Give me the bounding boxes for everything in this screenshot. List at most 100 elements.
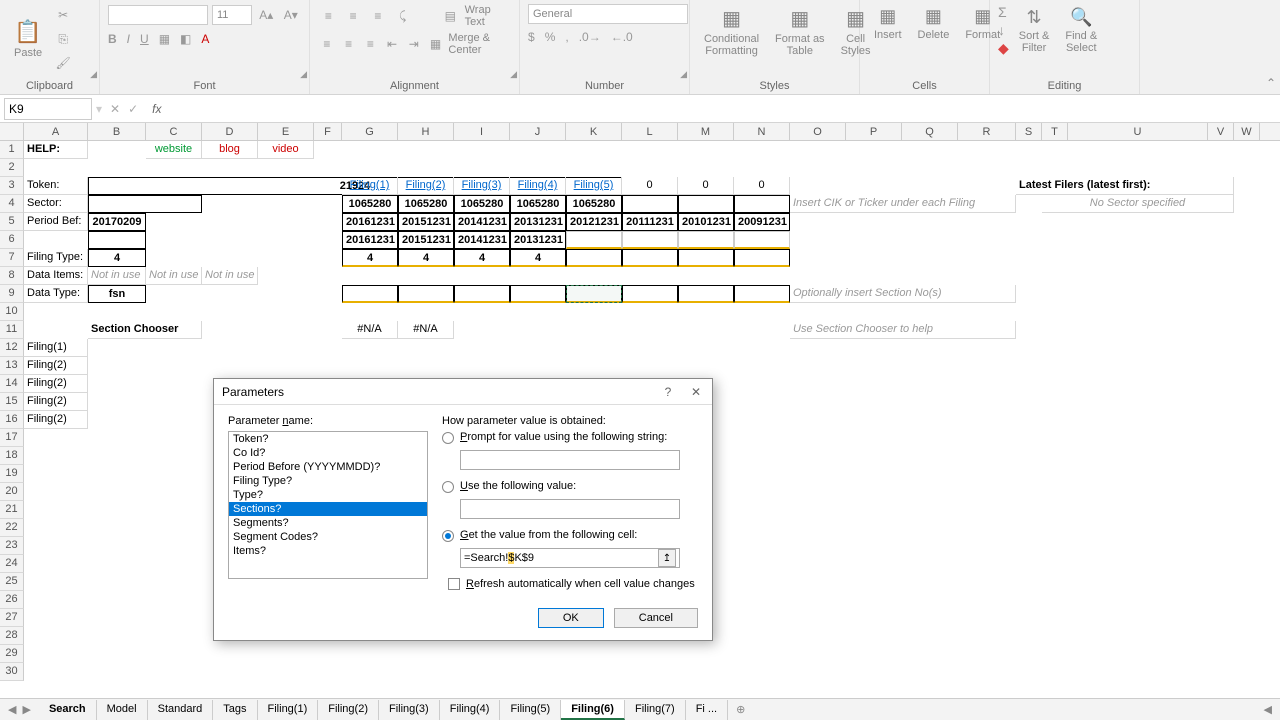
- cell[interactable]: [566, 249, 622, 267]
- cell[interactable]: 1065280: [398, 195, 454, 213]
- sheet-tab[interactable]: Tags: [213, 700, 257, 720]
- row-header[interactable]: 21: [0, 501, 24, 519]
- row-header[interactable]: 14: [0, 375, 24, 393]
- bold-button[interactable]: B: [108, 32, 117, 46]
- column-header[interactable]: L: [622, 123, 678, 140]
- cell[interactable]: Insert CIK or Ticker under each Filing: [790, 195, 1016, 213]
- cell[interactable]: Filing(4): [510, 177, 566, 195]
- copy-icon[interactable]: ⎘: [52, 28, 74, 50]
- prompt-string-input[interactable]: [460, 450, 680, 470]
- cell[interactable]: No Sector specified: [1042, 195, 1234, 213]
- radio-cell[interactable]: Get the value from the following cell:: [442, 529, 698, 542]
- cell[interactable]: 1065280: [454, 195, 510, 213]
- list-item[interactable]: Type?: [229, 488, 427, 502]
- cell[interactable]: [678, 249, 734, 267]
- list-item[interactable]: Token?: [229, 432, 427, 446]
- cell[interactable]: Filing(2): [24, 393, 88, 411]
- dialog-launcher-icon[interactable]: ◢: [510, 69, 517, 80]
- column-header[interactable]: H: [398, 123, 454, 140]
- column-header[interactable]: F: [314, 123, 342, 140]
- row-header[interactable]: 28: [0, 627, 24, 645]
- cell[interactable]: [678, 285, 734, 303]
- ok-button[interactable]: OK: [538, 608, 604, 628]
- sort-filter-button[interactable]: ⇅ Sort & Filter: [1013, 5, 1056, 56]
- refresh-checkbox-row[interactable]: Refresh automatically when cell value ch…: [448, 578, 698, 590]
- cell[interactable]: 20161231: [342, 213, 398, 231]
- row-header[interactable]: 11: [0, 321, 24, 339]
- number-format-input[interactable]: [528, 4, 688, 24]
- cell[interactable]: #N/A: [398, 321, 454, 339]
- row-header[interactable]: 20: [0, 483, 24, 501]
- cell[interactable]: Filing Type:: [24, 249, 88, 267]
- cell[interactable]: Not in use: [202, 267, 258, 285]
- row-header[interactable]: 30: [0, 663, 24, 681]
- list-item[interactable]: Items?: [229, 544, 427, 558]
- column-header[interactable]: R: [958, 123, 1016, 140]
- cell[interactable]: 0: [734, 177, 790, 195]
- row-header[interactable]: 12: [0, 339, 24, 357]
- sheet-tab[interactable]: Fi ...: [686, 700, 728, 720]
- cell[interactable]: Section Chooser: [88, 321, 202, 339]
- wrap-text-icon[interactable]: ▤: [440, 5, 461, 27]
- column-header[interactable]: S: [1016, 123, 1042, 140]
- align-mid-icon[interactable]: ≡: [343, 5, 364, 27]
- sheet-tab[interactable]: Standard: [148, 700, 214, 720]
- cell[interactable]: [342, 285, 398, 303]
- cell[interactable]: 20151231: [398, 231, 454, 249]
- cell[interactable]: Use Section Chooser to help: [790, 321, 1016, 339]
- font-color-button[interactable]: A: [201, 32, 209, 46]
- cell[interactable]: Filing(2): [24, 357, 88, 375]
- row-header[interactable]: 19: [0, 465, 24, 483]
- cond-format-button[interactable]: ▦ Conditional Formatting: [698, 4, 765, 59]
- cell[interactable]: 20161231: [342, 231, 398, 249]
- collapse-ribbon-icon[interactable]: ⌃: [1266, 76, 1276, 90]
- column-header[interactable]: G: [342, 123, 398, 140]
- row-header[interactable]: 2: [0, 159, 24, 177]
- cell[interactable]: 4: [510, 249, 566, 267]
- cell[interactable]: 20091231: [734, 213, 790, 231]
- format-as-table-button[interactable]: ▦ Format as Table: [769, 4, 831, 59]
- column-header[interactable]: I: [454, 123, 510, 140]
- format-painter-icon[interactable]: 🖌: [52, 52, 74, 74]
- cell[interactable]: [622, 249, 678, 267]
- list-item[interactable]: Period Before (YYYYMMDD)?: [229, 460, 427, 474]
- column-header[interactable]: K: [566, 123, 622, 140]
- underline-button[interactable]: U: [140, 32, 149, 46]
- cell[interactable]: [622, 195, 678, 213]
- cell[interactable]: [678, 231, 734, 249]
- range-picker-icon[interactable]: ↥: [658, 549, 676, 567]
- fx-icon[interactable]: fx: [146, 102, 167, 116]
- cell[interactable]: [398, 285, 454, 303]
- next-sheet-icon[interactable]: ▶: [22, 703, 30, 716]
- column-header[interactable]: V: [1208, 123, 1234, 140]
- sheet-tab[interactable]: Filing(4): [440, 700, 501, 720]
- sheet-tab[interactable]: Filing(1): [258, 700, 319, 720]
- cell[interactable]: Latest Filers (latest first):: [1016, 177, 1234, 195]
- indent-dec-icon[interactable]: ⇤: [383, 33, 401, 55]
- row-header[interactable]: 26: [0, 591, 24, 609]
- column-header[interactable]: J: [510, 123, 566, 140]
- currency-icon[interactable]: $: [528, 30, 535, 44]
- confirm-entry-icon[interactable]: ✓: [128, 102, 138, 116]
- cell[interactable]: 20101231: [678, 213, 734, 231]
- find-select-button[interactable]: 🔍 Find & Select: [1059, 5, 1103, 56]
- cell[interactable]: Filing(1): [24, 339, 88, 357]
- cell[interactable]: [734, 195, 790, 213]
- comma-icon[interactable]: ,: [565, 30, 568, 44]
- column-header[interactable]: U: [1068, 123, 1208, 140]
- cell[interactable]: Filing(2): [24, 411, 88, 429]
- cell[interactable]: 1065280: [510, 195, 566, 213]
- cell[interactable]: Optionally insert Section No(s): [790, 285, 1016, 303]
- fill-icon[interactable]: ↓: [998, 22, 1009, 38]
- radio-prompt[interactable]: Prompt for value using the following str…: [442, 431, 698, 444]
- cell[interactable]: Sector:: [24, 195, 88, 213]
- row-header[interactable]: 18: [0, 447, 24, 465]
- column-header[interactable]: N: [734, 123, 790, 140]
- delete-button[interactable]: ▦ Delete: [912, 4, 956, 43]
- cell[interactable]: Data Type:: [24, 285, 88, 303]
- name-box[interactable]: [4, 98, 92, 120]
- prev-sheet-icon[interactable]: ◀: [8, 703, 16, 716]
- dialog-titlebar[interactable]: Parameters ? ✕: [214, 379, 712, 405]
- sheet-tab[interactable]: Filing(7): [625, 700, 686, 720]
- merge-label[interactable]: Merge & Center: [448, 32, 511, 56]
